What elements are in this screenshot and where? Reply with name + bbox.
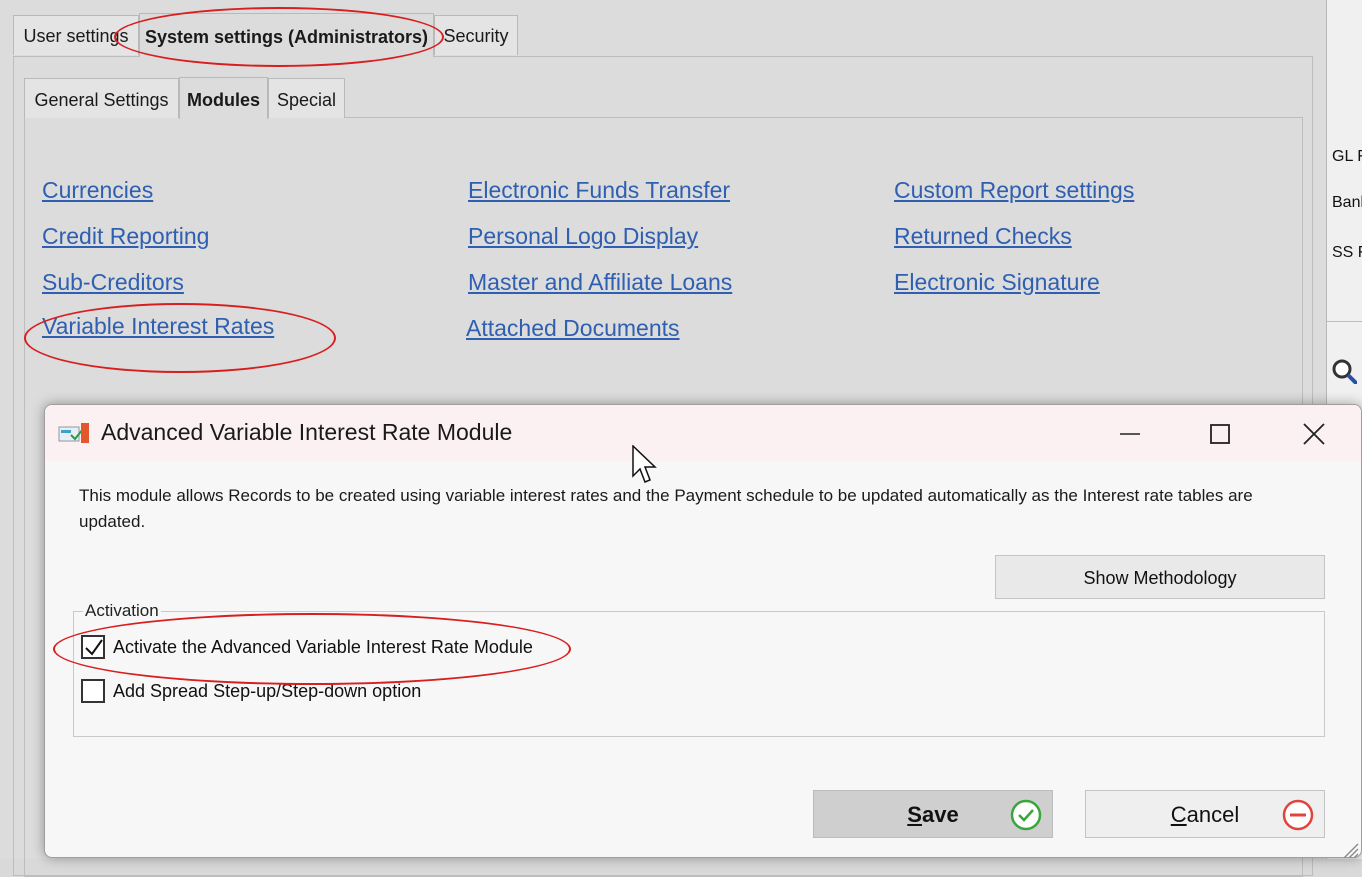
tab-system-settings[interactable]: System settings (Administrators) bbox=[139, 13, 434, 57]
checkmark-icon bbox=[85, 639, 103, 656]
minus-circle-icon bbox=[1282, 799, 1314, 831]
save-button[interactable]: Save bbox=[813, 790, 1053, 838]
side-label-gl: GL F bbox=[1332, 148, 1362, 165]
variable-interest-rate-dialog: Advanced Variable Interest Rate Module T… bbox=[44, 404, 1362, 858]
link-electronic-signature[interactable]: Electronic Signature bbox=[894, 269, 1100, 296]
cancel-label: Cancel bbox=[1170, 802, 1240, 827]
activate-module-checkbox[interactable] bbox=[81, 635, 105, 659]
tab-security[interactable]: Security bbox=[434, 15, 518, 55]
minimize-icon bbox=[1120, 433, 1140, 435]
close-icon bbox=[1303, 423, 1325, 445]
activation-legend: Activation bbox=[83, 601, 161, 621]
side-label-bank: Bank bbox=[1332, 194, 1362, 211]
check-circle-icon bbox=[1010, 799, 1042, 831]
tab-special[interactable]: Special bbox=[268, 78, 345, 118]
resize-grip-icon[interactable] bbox=[1338, 840, 1360, 858]
divider bbox=[1327, 321, 1362, 322]
link-returned-checks[interactable]: Returned Checks bbox=[894, 223, 1072, 250]
cancel-button[interactable]: Cancel bbox=[1085, 790, 1325, 838]
spread-option-checkbox[interactable] bbox=[81, 679, 105, 703]
link-sub-creditors[interactable]: Sub-Creditors bbox=[42, 269, 184, 296]
link-personal-logo-display[interactable]: Personal Logo Display bbox=[468, 223, 698, 250]
side-label-ss: SS F bbox=[1332, 244, 1362, 261]
magnifier-icon[interactable] bbox=[1331, 358, 1357, 384]
module-icon bbox=[58, 423, 89, 443]
link-credit-reporting[interactable]: Credit Reporting bbox=[42, 223, 209, 250]
maximize-button[interactable] bbox=[1197, 413, 1243, 453]
minimize-button[interactable] bbox=[1107, 413, 1153, 453]
link-electronic-funds-transfer[interactable]: Electronic Funds Transfer bbox=[468, 177, 730, 204]
close-button[interactable] bbox=[1291, 413, 1337, 453]
link-master-affiliate-loans[interactable]: Master and Affiliate Loans bbox=[468, 269, 732, 296]
tab-modules[interactable]: Modules bbox=[179, 77, 268, 119]
show-methodology-button[interactable]: Show Methodology bbox=[995, 555, 1325, 599]
link-attached-documents[interactable]: Attached Documents bbox=[466, 315, 680, 342]
dialog-titlebar[interactable]: Advanced Variable Interest Rate Module bbox=[45, 405, 1361, 461]
spread-option-label[interactable]: Add Spread Step-up/Step-down option bbox=[113, 681, 421, 702]
activation-group bbox=[73, 611, 1325, 737]
link-custom-report-settings[interactable]: Custom Report settings bbox=[894, 177, 1134, 204]
maximize-icon bbox=[1210, 424, 1230, 444]
link-currencies[interactable]: Currencies bbox=[42, 177, 153, 204]
dialog-title: Advanced Variable Interest Rate Module bbox=[101, 419, 513, 445]
tab-general-settings[interactable]: General Settings bbox=[24, 78, 179, 118]
save-label: Save bbox=[907, 802, 959, 827]
tab-user-settings[interactable]: User settings bbox=[13, 15, 139, 55]
dialog-description: This module allows Records to be created… bbox=[79, 486, 1253, 531]
activate-module-label[interactable]: Activate the Advanced Variable Interest … bbox=[113, 637, 533, 658]
link-variable-interest-rates[interactable]: Variable Interest Rates bbox=[42, 313, 274, 340]
